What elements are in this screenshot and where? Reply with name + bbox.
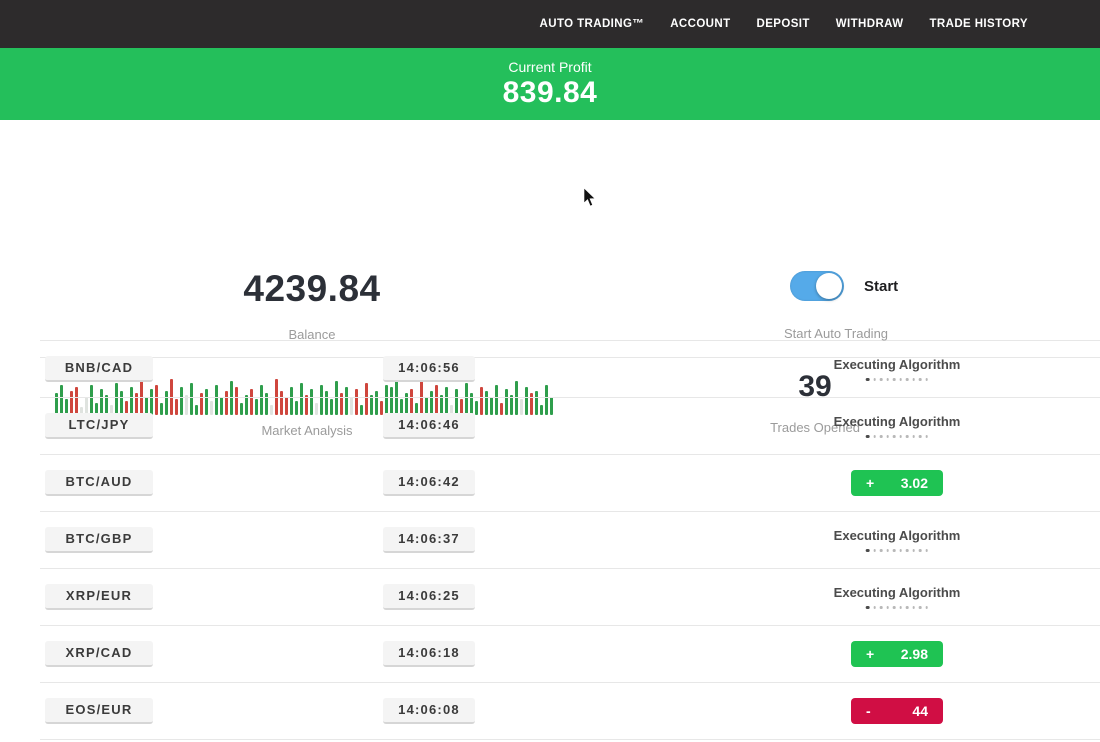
loading-dots-icon <box>834 549 961 552</box>
time-badge: 14:06:46 <box>383 413 475 439</box>
nav-item-deposit[interactable]: DEPOSIT <box>757 18 810 30</box>
nav-item-auto-trading[interactable]: AUTO TRADING™ <box>540 18 645 30</box>
mouse-cursor-icon <box>583 188 597 208</box>
stats-section: 4239.84 Balance Start Start Auto Trading… <box>0 120 1100 340</box>
time-badge: 14:06:56 <box>383 356 475 382</box>
trade-row: EOS/EUR 14:06:08 - 44 <box>40 683 1100 740</box>
time-badge: 14:06:25 <box>383 584 475 610</box>
pair-badge: XRP/EUR <box>45 584 153 610</box>
loss-badge: - 44 <box>851 698 943 724</box>
result-value: 3.02 <box>901 475 928 491</box>
pair-badge: BTC/GBP <box>45 527 153 553</box>
time-badge: 14:06:18 <box>383 641 475 667</box>
pair-badge: LTC/JPY <box>45 413 153 439</box>
trade-row: BTC/AUD 14:06:42 + 3.02 <box>40 455 1100 512</box>
result-value: 44 <box>912 703 928 719</box>
auto-trading-toggle[interactable] <box>790 271 844 301</box>
trade-row: XRP/CAD 14:06:18 + 2.98 <box>40 626 1100 683</box>
pair-badge: XRP/CAD <box>45 641 153 667</box>
current-profit-value: 839.84 <box>0 76 1100 110</box>
nav-item-account[interactable]: ACCOUNT <box>670 18 730 30</box>
status-executing: Executing Algorithm <box>834 357 961 381</box>
balance-value: 4239.84 <box>243 268 380 310</box>
current-profit-label: Current Profit <box>0 48 1100 75</box>
trades-table: BNB/CAD 14:06:56 Executing Algorithm LTC… <box>40 340 1100 740</box>
result-sign: - <box>866 703 871 719</box>
pair-badge: BNB/CAD <box>45 356 153 382</box>
status-executing: Executing Algorithm <box>834 414 961 438</box>
profit-badge: + 3.02 <box>851 470 943 496</box>
loading-dots-icon <box>834 606 961 609</box>
trade-row: XRP/EUR 14:06:25 Executing Algorithm <box>40 569 1100 626</box>
pair-badge: EOS/EUR <box>45 698 153 724</box>
pair-badge: BTC/AUD <box>45 470 153 496</box>
loading-dots-icon <box>834 435 961 438</box>
start-auto-trading-label: Start Auto Trading <box>784 326 888 341</box>
top-nav-bar: AUTO TRADING™ ACCOUNT DEPOSIT WITHDRAW T… <box>0 0 1100 48</box>
time-badge: 14:06:08 <box>383 698 475 724</box>
toggle-knob-icon <box>816 273 842 299</box>
trade-row: BTC/GBP 14:06:37 Executing Algorithm <box>40 512 1100 569</box>
status-executing: Executing Algorithm <box>834 585 961 609</box>
trade-row: BNB/CAD 14:06:56 Executing Algorithm <box>40 341 1100 398</box>
status-text: Executing Algorithm <box>834 414 961 429</box>
nav-item-trade-history[interactable]: TRADE HISTORY <box>930 18 1029 30</box>
status-text: Executing Algorithm <box>834 528 961 543</box>
time-badge: 14:06:42 <box>383 470 475 496</box>
result-sign: + <box>866 646 874 662</box>
profit-badge: + 2.98 <box>851 641 943 667</box>
status-text: Executing Algorithm <box>834 357 961 372</box>
result-sign: + <box>866 475 874 491</box>
loading-dots-icon <box>834 378 961 381</box>
toggle-start-label: Start <box>864 278 898 295</box>
current-profit-banner: Current Profit 839.84 <box>0 48 1100 120</box>
status-text: Executing Algorithm <box>834 585 961 600</box>
time-badge: 14:06:37 <box>383 527 475 553</box>
trade-row: LTC/JPY 14:06:46 Executing Algorithm <box>40 398 1100 455</box>
result-value: 2.98 <box>901 646 928 662</box>
nav-item-withdraw[interactable]: WITHDRAW <box>836 18 904 30</box>
balance-label: Balance <box>289 327 336 342</box>
status-executing: Executing Algorithm <box>834 528 961 552</box>
